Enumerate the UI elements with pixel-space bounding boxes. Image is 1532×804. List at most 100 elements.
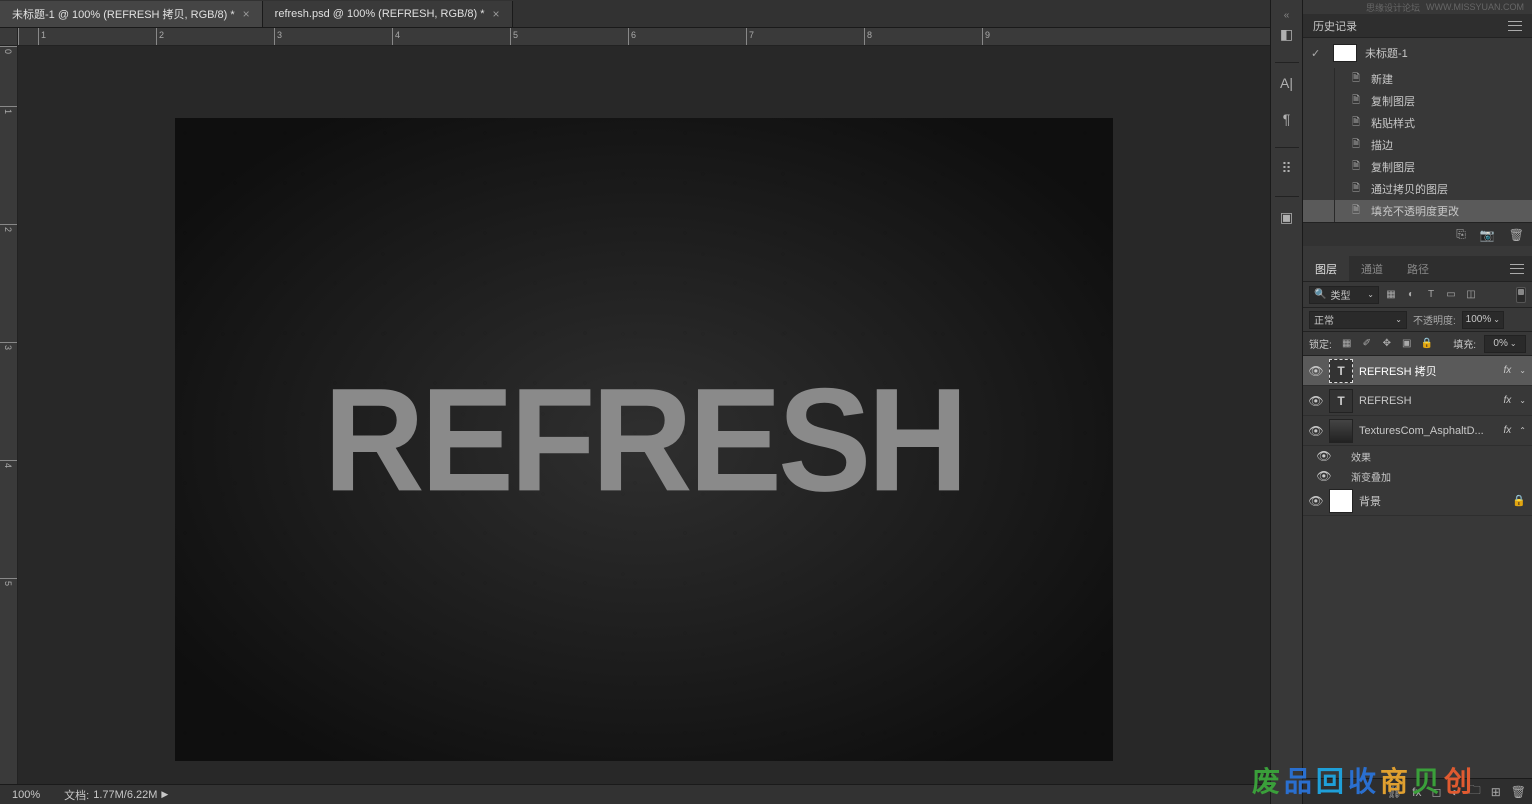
document-icon: 🗎 <box>1349 160 1363 174</box>
bottom-watermark: 废 品 回 收 商 贝 创 <box>1252 760 1472 800</box>
opacity-input[interactable]: 100% ⌄ <box>1462 311 1504 329</box>
history-item[interactable]: 🗎粘贴样式 <box>1303 112 1532 134</box>
zoom-level[interactable]: 100% <box>12 789 40 801</box>
layer-thumb[interactable]: T <box>1329 389 1353 413</box>
chevron-down-icon: ⌄ <box>1367 290 1374 299</box>
tab-document-2[interactable]: refresh.psd @ 100% (REFRESH, RGB/8) * × <box>263 1 513 27</box>
layer-thumb[interactable] <box>1329 419 1353 443</box>
ruler-corner[interactable] <box>0 28 18 46</box>
history-item[interactable]: 🗎填充不透明度更改 <box>1303 200 1532 222</box>
filter-type-icon[interactable]: T <box>1423 287 1439 303</box>
effects-label: 效果 <box>1351 449 1371 464</box>
libraries-icon[interactable]: ▣ <box>1275 205 1299 229</box>
fill-input[interactable]: 0% ⌄ <box>1484 335 1526 353</box>
new-layer-icon[interactable]: ⊞ <box>1491 785 1501 799</box>
opacity-label: 不透明度: <box>1413 312 1456 327</box>
document-tabs: 未标题-1 @ 100% (REFRESH 拷贝, RGB/8) * × ref… <box>0 0 1270 28</box>
filter-toggle[interactable] <box>1516 287 1526 303</box>
history-brush-icon[interactable]: ✓ <box>1311 47 1325 60</box>
layer-name[interactable]: REFRESH 拷贝 <box>1359 363 1498 379</box>
history-item[interactable]: 🗎描边 <box>1303 134 1532 156</box>
history-source-row[interactable]: ✓ 未标题-1 <box>1303 38 1532 68</box>
layer-effect-item[interactable]: 👁 渐变叠加 <box>1303 466 1532 486</box>
close-icon[interactable]: × <box>243 7 250 21</box>
history-item[interactable]: 🗎复制图层 <box>1303 90 1532 112</box>
lock-artboard-icon[interactable]: ▣ <box>1400 337 1414 351</box>
collapsed-dock: ◧ A| ¶ ⠿ ▣ <box>1270 0 1302 804</box>
tab-paths[interactable]: 路径 <box>1395 256 1441 281</box>
history-item[interactable]: 🗎复制图层 <box>1303 156 1532 178</box>
tab-layers[interactable]: 图层 <box>1303 256 1349 281</box>
history-panel-header: 历史记录 <box>1303 14 1532 38</box>
canvas[interactable]: REFRESH <box>175 118 1113 761</box>
trash-icon[interactable]: 🗑 <box>1509 228 1524 242</box>
history-item[interactable]: 🗎新建 <box>1303 68 1532 90</box>
close-icon[interactable]: × <box>493 7 500 21</box>
camera-icon[interactable]: 📷 <box>1480 228 1495 242</box>
layer-thumb[interactable]: T <box>1329 359 1353 383</box>
chevron-down-icon: ⌄ <box>1510 339 1517 348</box>
visibility-toggle[interactable]: 👁 <box>1317 449 1331 463</box>
layer-filter-row: 🔍 类型 ⌄ ▦ ◐ T ▭ ◫ <box>1303 282 1532 308</box>
lock-icon: 🔒 <box>1512 494 1526 507</box>
layer-name[interactable]: REFRESH <box>1359 395 1498 407</box>
chevron-up-icon[interactable]: ⌃ <box>1519 426 1526 435</box>
chevron-right-icon[interactable]: ▶ <box>161 789 168 800</box>
ruler-vertical[interactable]: 0 1 2 3 4 5 <box>0 46 18 784</box>
dock-expand-handle[interactable] <box>1275 10 1299 18</box>
history-source-name: 未标题-1 <box>1365 45 1408 61</box>
lock-pixels-icon[interactable]: ✐ <box>1360 337 1374 351</box>
document-icon: 🗎 <box>1349 116 1363 130</box>
layer-row[interactable]: 👁 T REFRESH fx ⌄ <box>1303 386 1532 416</box>
doc-size[interactable]: 文档: 1.77M/6.22M ▶ <box>64 787 168 803</box>
tab-channels[interactable]: 通道 <box>1349 256 1395 281</box>
layer-row[interactable]: 👁 T REFRESH 拷贝 fx ⌄ <box>1303 356 1532 386</box>
layer-thumb[interactable] <box>1329 489 1353 513</box>
layer-effects-row[interactable]: 👁 效果 <box>1303 446 1532 466</box>
chevron-down-icon: ⌄ <box>1493 315 1500 324</box>
canvas-viewport[interactable]: REFRESH <box>18 46 1270 784</box>
panel-menu-icon[interactable] <box>1508 21 1522 31</box>
layer-row[interactable]: 👁 TexturesCom_AsphaltD... fx ⌃ <box>1303 416 1532 446</box>
lock-all-icon[interactable]: 🔒 <box>1420 337 1434 351</box>
new-snapshot-icon[interactable]: ⎘ <box>1456 227 1466 242</box>
trash-icon[interactable]: 🗑 <box>1511 785 1526 799</box>
fx-badge[interactable]: fx <box>1504 425 1514 436</box>
lock-row: 锁定: ▦ ✐ ✥ ▣ 🔒 填充: 0% ⌄ <box>1303 332 1532 356</box>
blend-mode-select[interactable]: 正常 ⌄ <box>1309 311 1407 329</box>
filter-smart-icon[interactable]: ◫ <box>1463 287 1479 303</box>
fx-badge[interactable]: fx <box>1504 395 1514 406</box>
panel-menu-icon[interactable] <box>1510 264 1524 274</box>
filter-adjustment-icon[interactable]: ◐ <box>1403 287 1419 303</box>
tab-label: refresh.psd @ 100% (REFRESH, RGB/8) * <box>275 8 485 20</box>
fx-badge[interactable]: fx <box>1504 365 1514 376</box>
color-icon[interactable]: ◧ <box>1275 22 1299 46</box>
visibility-toggle[interactable]: 👁 <box>1309 364 1323 378</box>
layer-filter-type[interactable]: 🔍 类型 ⌄ <box>1309 286 1379 304</box>
lock-position-icon[interactable]: ✥ <box>1380 337 1394 351</box>
document-icon: 🗎 <box>1349 138 1363 152</box>
watermark: 思缘设计论坛 WWW.MISSYUAN.COM <box>1303 0 1532 14</box>
history-list: 🗎新建 🗎复制图层 🗎粘贴样式 🗎描边 🗎复制图层 🗎通过拷贝的图层 🗎填充不透… <box>1303 68 1532 222</box>
chevron-down-icon[interactable]: ⌄ <box>1519 366 1526 375</box>
document-icon: 🗎 <box>1349 182 1363 196</box>
tab-document-1[interactable]: 未标题-1 @ 100% (REFRESH 拷贝, RGB/8) * × <box>0 1 263 27</box>
ruler-horizontal[interactable]: 1 2 3 4 5 6 7 8 9 <box>18 28 1270 46</box>
visibility-toggle[interactable]: 👁 <box>1309 494 1323 508</box>
filter-shape-icon[interactable]: ▭ <box>1443 287 1459 303</box>
glyphs-icon[interactable]: ⠿ <box>1275 156 1299 180</box>
layer-name[interactable]: TexturesCom_AsphaltD... <box>1359 425 1498 437</box>
character-icon[interactable]: A| <box>1275 71 1299 95</box>
paragraph-icon[interactable]: ¶ <box>1275 107 1299 131</box>
chevron-down-icon[interactable]: ⌄ <box>1519 396 1526 405</box>
search-icon: 🔍 <box>1314 289 1326 300</box>
visibility-toggle[interactable]: 👁 <box>1309 424 1323 438</box>
visibility-toggle[interactable]: 👁 <box>1309 394 1323 408</box>
document-icon: 🗎 <box>1349 72 1363 86</box>
lock-transparent-icon[interactable]: ▦ <box>1340 337 1354 351</box>
filter-pixel-icon[interactable]: ▦ <box>1383 287 1399 303</box>
visibility-toggle[interactable]: 👁 <box>1317 469 1331 483</box>
layer-row[interactable]: 👁 背景 🔒 <box>1303 486 1532 516</box>
layer-name[interactable]: 背景 <box>1359 493 1506 509</box>
history-item[interactable]: 🗎通过拷贝的图层 <box>1303 178 1532 200</box>
